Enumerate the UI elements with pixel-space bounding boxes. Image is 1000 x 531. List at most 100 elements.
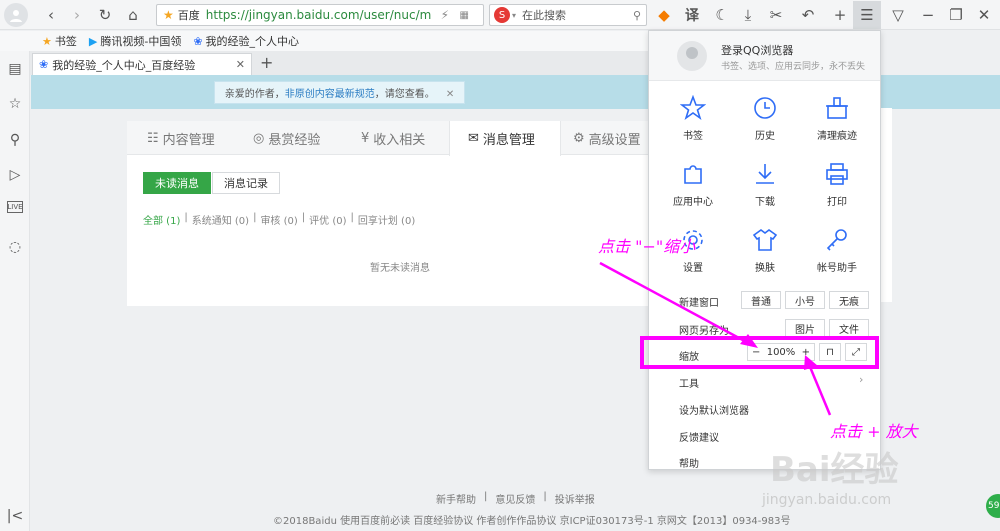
notification-badge[interactable]: 59 [986, 494, 1000, 518]
close-icon[interactable]: ✕ [973, 4, 995, 26]
new-window-small-button[interactable]: 小号 [785, 291, 825, 309]
tab-advanced-settings[interactable]: ⚙ 高级设置 [573, 121, 641, 155]
left-sidebar: ▤ ☆ ⚲ ▷ LIVE ◌ |< [0, 51, 30, 531]
back-icon[interactable]: ‹ [40, 4, 62, 26]
menu-skin[interactable]: 换肤 [735, 227, 795, 274]
tab-income[interactable]: ¥ 收入相关 [361, 121, 425, 155]
menu-download[interactable]: 下载 [735, 161, 795, 208]
message-records-button[interactable]: 消息记录 [212, 172, 280, 194]
address-url: https://jingyan.baidu.com/user/nuc/m [205, 8, 432, 22]
reader-icon[interactable]: ▤ [5, 59, 25, 79]
close-tab-icon[interactable]: ✕ [236, 58, 245, 71]
address-bar[interactable]: ★ 百度 https://jingyan.baidu.com/user/nuc/… [156, 4, 484, 26]
lightning-icon[interactable]: ⚡ [441, 8, 449, 22]
tab-bar: ❀ 我的经验_个人中心_百度经验 ✕ + [30, 51, 650, 75]
menu-app-center[interactable]: 应用中心 [663, 161, 723, 208]
filter-share-plan[interactable]: 回享计划 (0) [358, 212, 415, 227]
mail-icon: ✉ [468, 131, 479, 146]
new-tab-icon[interactable]: + [260, 53, 273, 72]
star-icon[interactable]: ☆ [5, 94, 25, 114]
add-icon[interactable]: + [829, 4, 851, 26]
chat-icon[interactable]: ◌ [5, 237, 25, 257]
bookmark-item[interactable]: ▶ 腾讯视频-中国领 [89, 33, 181, 49]
user-avatar-icon[interactable] [4, 3, 28, 27]
refresh-icon[interactable]: ↻ [94, 4, 116, 26]
unread-messages-button[interactable]: 未读消息 [143, 172, 211, 194]
avatar[interactable] [677, 41, 707, 71]
restore-icon[interactable]: ❐ [945, 4, 967, 26]
search-engine-icon[interactable]: S [494, 7, 510, 23]
menu-account-assistant[interactable]: 帐号助手 [807, 227, 867, 274]
browser-tab[interactable]: ❀ 我的经验_个人中心_百度经验 ✕ [32, 53, 252, 75]
chevron-down-icon: ▾ [512, 10, 517, 20]
key-icon [826, 229, 847, 251]
tab-bounty[interactable]: ◎ 悬赏经验 [253, 121, 320, 155]
collapse-sidebar-icon[interactable]: |< [5, 506, 25, 526]
video-icon[interactable]: ▷ [5, 165, 25, 185]
undo-icon[interactable]: ↶ [797, 4, 819, 26]
menu-help[interactable]: 帮助 [679, 455, 699, 470]
footer-links: 新手帮助 | 意见反馈 | 投诉举报 [436, 491, 595, 506]
download-icon [756, 164, 774, 184]
shirt-icon [752, 229, 778, 251]
filter-system[interactable]: 系统通知 (0) [192, 212, 249, 227]
baidu-paw-icon: ❀ [193, 34, 203, 48]
message-filters: 全部 (1) | 系统通知 (0) | 审核 (0) | 评优 (0) | 回享计划 (… [143, 212, 416, 227]
menu-tools[interactable]: 工具 [679, 375, 699, 390]
filter-rating[interactable]: 评优 (0) [309, 212, 346, 227]
bookmark-item[interactable]: ★ 书签 [42, 33, 77, 49]
search-icon[interactable]: ⚲ [633, 9, 641, 22]
notice-banner-right [880, 75, 1000, 109]
footer-link-feedback[interactable]: 意见反馈 [495, 491, 535, 506]
skin-icon[interactable]: ▽ [887, 4, 909, 26]
clock-icon [754, 97, 776, 119]
watermark-logo: Bai经验 [770, 450, 899, 490]
menu-icon[interactable]: ☰ [853, 1, 881, 29]
tab-content-management[interactable]: ☷ 内容管理 [147, 121, 215, 155]
login-title[interactable]: 登录QQ浏览器 [721, 42, 793, 58]
footer-link-report[interactable]: 投诉举报 [555, 491, 595, 506]
menu-feedback[interactable]: 反馈建议 [679, 429, 719, 444]
watermark-url: jingyan.baidu.com [762, 492, 892, 508]
login-subtitle: 书签、选项、应用云同步，永不丢失 [721, 62, 866, 72]
baidu-paw-icon: ❀ [39, 58, 49, 71]
annotation-zoom-out: 点击 "−"缩小 [598, 237, 696, 256]
bookmark-item[interactable]: ❀ 我的经验_个人中心 [193, 33, 299, 49]
printer-icon [826, 163, 848, 185]
new-window-normal-button[interactable]: 普通 [741, 291, 781, 309]
menu-print[interactable]: 打印 [807, 161, 867, 208]
filter-all[interactable]: 全部 (1) [143, 212, 180, 227]
notice-link[interactable]: 非原创内容最新规范 [285, 89, 375, 100]
new-window-incognito-button[interactable]: 无痕 [829, 291, 869, 309]
night-mode-icon[interactable]: ☾ [711, 4, 733, 26]
puzzle-icon [684, 165, 702, 184]
qrcode-icon[interactable]: ▦ [460, 10, 469, 21]
search-icon[interactable]: ⚲ [5, 130, 25, 150]
menu-clear-traces[interactable]: 清理痕迹 [807, 95, 867, 142]
tab-messages[interactable]: ✉ 消息管理 [449, 121, 561, 156]
minimize-icon[interactable]: − [917, 4, 939, 26]
filter-review[interactable]: 审核 (0) [260, 212, 297, 227]
home-icon[interactable]: ⌂ [122, 4, 144, 26]
star-icon[interactable]: ★ [163, 8, 174, 22]
gear-icon: ⚙ [573, 130, 585, 146]
translate-icon[interactable]: 译 [681, 4, 703, 26]
download-toolbar-icon[interactable]: ⤓ [737, 4, 759, 26]
scissors-icon[interactable]: ✂ [765, 4, 787, 26]
footer-copyright: ©2018Baidu 使用百度前必读 百度经验协议 作者创作作品协议 京ICP证… [273, 516, 791, 527]
menu-set-default[interactable]: 设为默认浏览器 [679, 402, 749, 417]
search-box[interactable]: S ▾ 在此搜索 ⚲ [489, 4, 647, 26]
save-as-file-button[interactable]: 文件 [829, 319, 869, 337]
star-icon [680, 95, 706, 121]
menu-history[interactable]: 历史 [735, 95, 795, 142]
login-area[interactable]: 登录QQ浏览器 书签、选项、应用云同步，永不丢失 [649, 31, 880, 81]
menu-bookmarks[interactable]: 书签 [663, 95, 723, 142]
close-notice-icon[interactable]: ✕ [446, 89, 454, 100]
save-as-image-button[interactable]: 图片 [785, 319, 825, 337]
search-placeholder: 在此搜索 [522, 9, 567, 22]
tab-title: 我的经验_个人中心_百度经验 [52, 58, 196, 72]
forward-icon[interactable]: › [66, 4, 88, 26]
footer-link-help[interactable]: 新手帮助 [436, 491, 476, 506]
game-icon[interactable]: ◆ [653, 4, 675, 26]
live-icon[interactable]: LIVE [7, 201, 23, 213]
